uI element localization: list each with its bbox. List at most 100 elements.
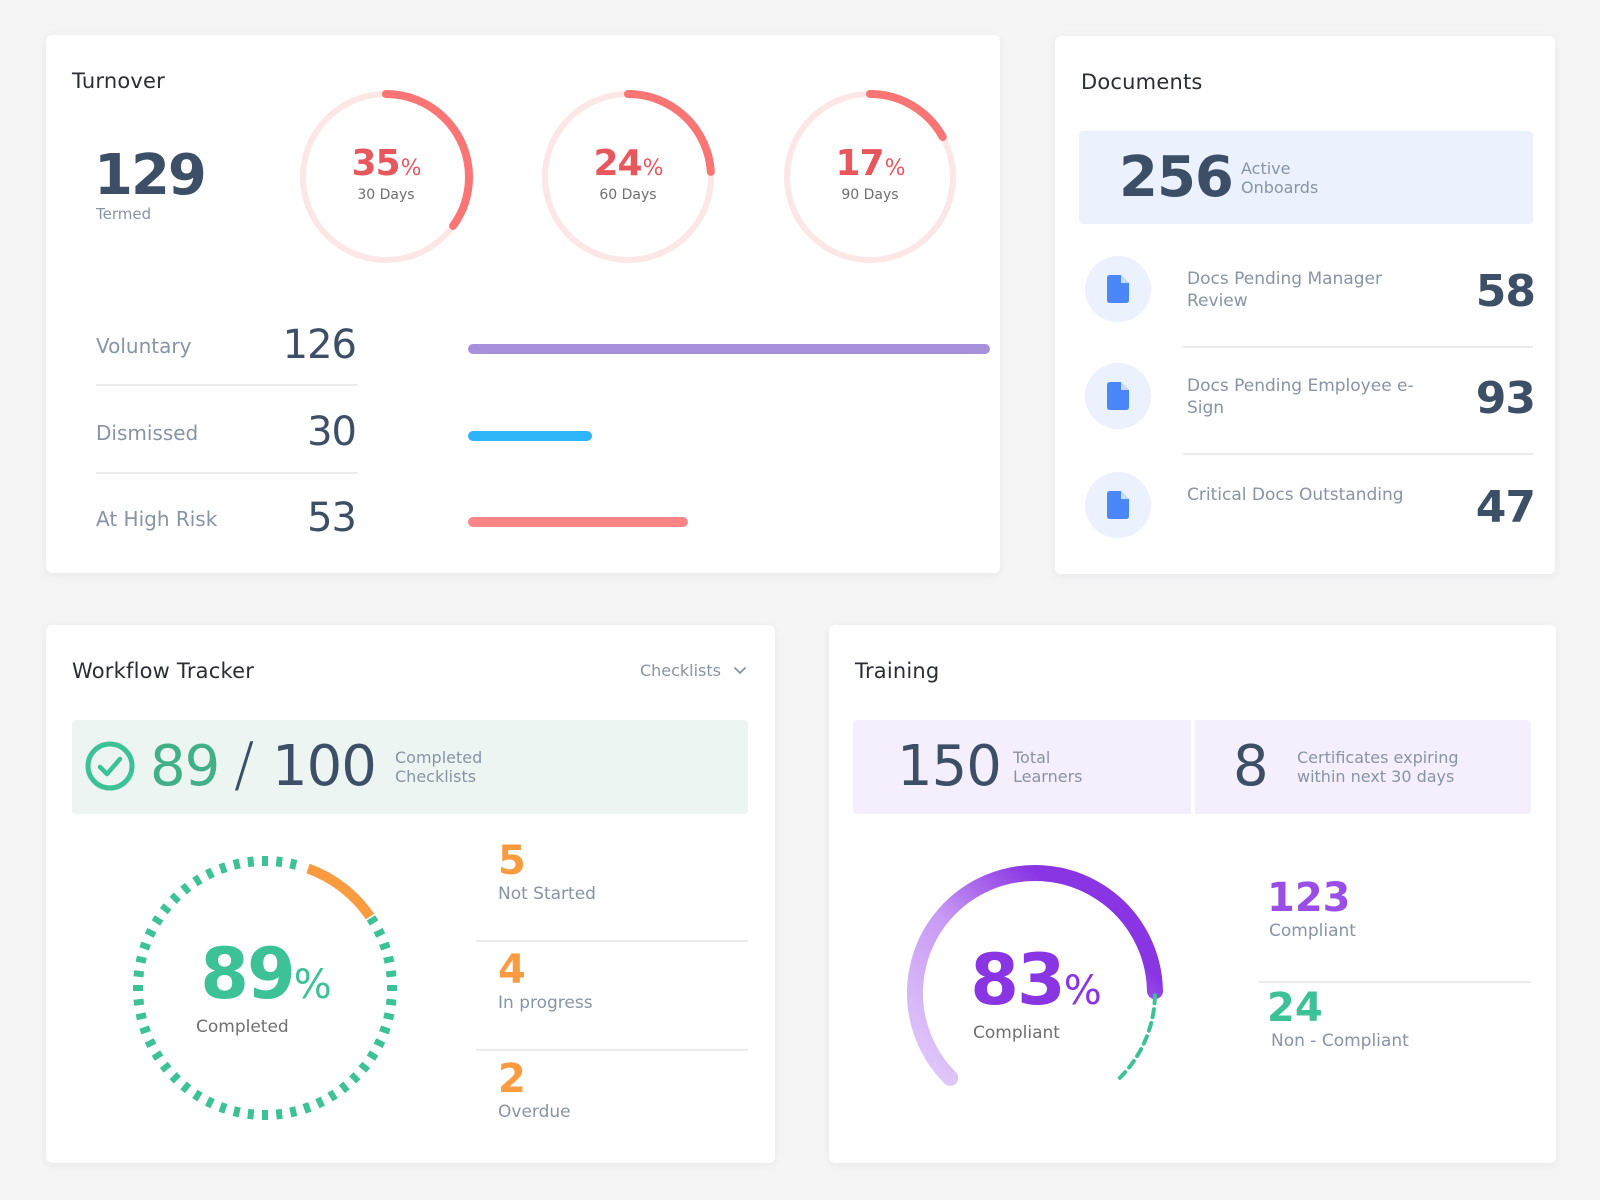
chevron-down-icon [734, 667, 746, 675]
check-circle-icon [85, 741, 135, 791]
completed-tick [192, 1089, 203, 1102]
total-learners-box[interactable]: 150 Total Learners [853, 720, 1191, 814]
stat-compliant: 123 Compliant [1267, 875, 1537, 975]
completed-tick [366, 1050, 379, 1061]
remaining-arc [306, 863, 375, 920]
documents-title: Documents [1081, 70, 1203, 94]
completed-tick [151, 915, 164, 926]
row-divider [476, 1049, 748, 1051]
row-divider [96, 384, 358, 386]
ring-percent: 89% [130, 933, 400, 1015]
percent-sign: % [642, 156, 664, 181]
stat-value: 2 [498, 1056, 526, 1102]
ring-label: 30 Days [357, 187, 415, 203]
percent-sign: % [293, 962, 332, 1008]
label-line: Learners [1013, 767, 1083, 786]
ring-label: 60 Days [599, 187, 657, 203]
row-value: 126 [282, 322, 357, 368]
ring-percent: 17% [780, 143, 960, 184]
termed-value: 129 [94, 143, 207, 208]
percent-sign: % [1063, 968, 1102, 1014]
doc-item-label: Critical Docs Outstanding [1187, 485, 1404, 505]
doc-item-value: 93 [1475, 373, 1536, 424]
stat-in-progress: 4 In progress [486, 947, 756, 1047]
stat-label: In progress [498, 993, 593, 1013]
doc-item-manager-review[interactable]: Docs Pending Manager Review 58 [1085, 256, 1536, 346]
ring-value: 89 [200, 933, 295, 1015]
row-label: Voluntary [96, 334, 192, 358]
doc-item-critical[interactable]: Critical Docs Outstanding 47 [1085, 472, 1536, 562]
completed-tick [373, 1038, 386, 1048]
completed-tick [379, 1025, 391, 1035]
completed-tick [151, 1050, 164, 1061]
turnover-title: Turnover [72, 69, 165, 93]
turnover-row-voluntary: Voluntary 126 [96, 316, 990, 376]
completed-tick [144, 1038, 157, 1048]
completed-tick [135, 1012, 147, 1021]
completed-tick [315, 1096, 325, 1109]
stat-label: Not Started [498, 884, 596, 904]
row-divider [1259, 981, 1531, 983]
document-icon [1085, 256, 1151, 322]
stat-non-compliant: 24 Non - Compliant [1267, 985, 1537, 1085]
stat-overdue: 2 Overdue [486, 1056, 756, 1156]
completed-tick [383, 1012, 395, 1021]
dismissed-bar [468, 431, 592, 441]
stat-label: Overdue [498, 1102, 571, 1122]
checklists-dropdown[interactable]: Checklists [640, 661, 747, 680]
completed-checklists-label: Completed Checklists [395, 748, 482, 786]
stat-value: 123 [1267, 875, 1351, 921]
certificates-expiring-value: 8 [1233, 734, 1269, 799]
turnover-ring-90-days: 17% 90 Days [780, 87, 960, 267]
ring-label: Compliant [973, 1023, 1060, 1043]
active-onboards-box[interactable]: 256 Active Onboards [1079, 131, 1533, 224]
stat-label: Compliant [1269, 921, 1356, 941]
stat-not-started: 5 Not Started [486, 838, 756, 938]
completed-tick [275, 1108, 283, 1120]
completed-tick [169, 1072, 181, 1084]
completed-tick [232, 1106, 241, 1118]
ring-percent: 35% [296, 143, 476, 184]
completed-tick [358, 1061, 371, 1073]
turnover-ring-60-days: 24% 60 Days [538, 87, 718, 267]
certificates-expiring-box[interactable]: 8 Certificates expiring within next 30 d… [1195, 720, 1531, 814]
completed-tick [180, 882, 192, 895]
label-line: Checklists [395, 767, 477, 786]
certificates-expiring-label: Certificates expiring within next 30 day… [1297, 748, 1458, 786]
training-title: Training [855, 659, 940, 683]
percent-sign: % [884, 156, 906, 181]
total-count: 100 [272, 734, 377, 799]
completed-tick [247, 1108, 255, 1120]
row-value: 30 [307, 409, 357, 455]
row-label: At High Risk [96, 507, 218, 531]
row-divider [1183, 453, 1533, 455]
ring-percent: 83% [895, 939, 1175, 1021]
ring-label: 90 Days [841, 187, 899, 203]
row-label: Dismissed [96, 421, 199, 445]
doc-item-value: 58 [1475, 266, 1536, 317]
completed-tick [289, 1106, 298, 1118]
label-line: Active [1241, 159, 1291, 178]
completed-tick [180, 1081, 192, 1094]
completed-tick [366, 915, 379, 926]
completed-tick [218, 1102, 228, 1114]
high-risk-bar [468, 517, 688, 527]
doc-item-label: Docs Pending Employee e-Sign [1187, 376, 1414, 418]
row-divider [96, 472, 358, 474]
row-value: 53 [307, 495, 357, 541]
completed-tick [349, 1072, 361, 1084]
label-line: Total [1013, 748, 1051, 767]
turnover-row-dismissed: Dismissed 30 [96, 403, 966, 463]
active-onboards-value: 256 [1119, 145, 1234, 210]
turnover-row-high-risk: At High Risk 53 [96, 489, 966, 549]
percent-sign: % [400, 156, 422, 181]
completed-tick [205, 1096, 215, 1109]
doc-item-label: Docs Pending Manager Review [1187, 269, 1382, 311]
ring-label: Completed [196, 1017, 289, 1037]
doc-item-employee-esign[interactable]: Docs Pending Employee e-Sign 93 [1085, 363, 1536, 453]
workflow-tracker-card: Workflow Tracker Checklists 89 / 100 Com… [46, 625, 775, 1163]
label-line: Completed [395, 748, 483, 767]
turnover-ring-30-days: 35% 30 Days [296, 87, 476, 267]
label-line: Certificates expiring [1297, 748, 1459, 767]
active-onboards-label: Active Onboards [1241, 159, 1361, 197]
